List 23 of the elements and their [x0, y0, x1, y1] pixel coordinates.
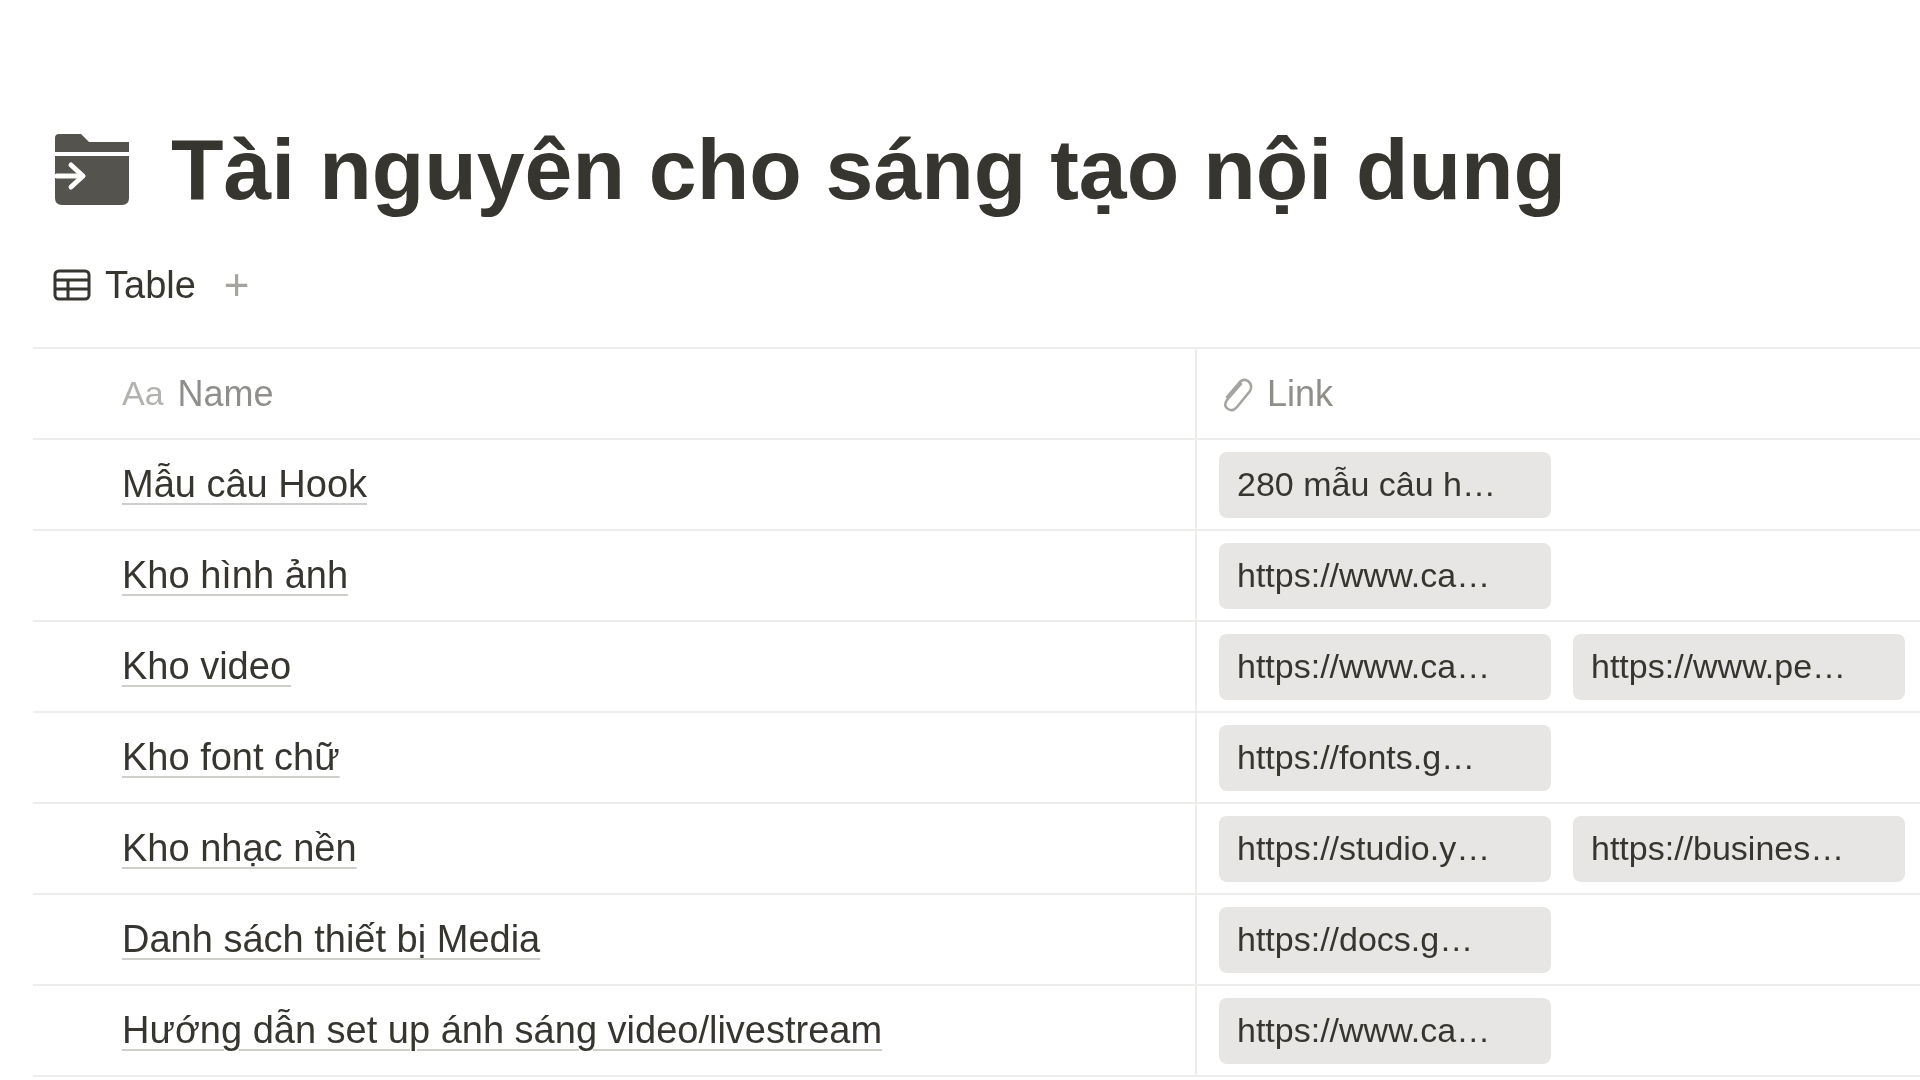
- url-chip[interactable]: https://www.pe…: [1573, 633, 1905, 700]
- url-chip[interactable]: https://www.ca…: [1219, 633, 1551, 700]
- page-link[interactable]: Kho nhạc nền: [122, 820, 357, 877]
- url-chip[interactable]: https://www.ca…: [1219, 542, 1551, 609]
- url-chip[interactable]: https://fonts.g…: [1219, 724, 1551, 791]
- view-tab[interactable]: Table: [53, 256, 196, 314]
- page-link[interactable]: Danh sách thiết bị Media: [122, 911, 541, 968]
- page-title: Tài nguyên cho sáng tạo nội dung: [171, 120, 1567, 220]
- page-link[interactable]: Kho hình ảnh: [122, 547, 349, 604]
- folder-arrow-icon: [53, 134, 131, 206]
- column-label: Name: [177, 371, 274, 416]
- table-icon: [53, 269, 91, 301]
- column-label: Link: [1267, 371, 1334, 416]
- url-chip[interactable]: https://studio.y…: [1219, 815, 1551, 882]
- url-chip[interactable]: https://www.ca…: [1219, 997, 1551, 1064]
- page-link[interactable]: Hướng dẫn set up ánh sáng video/livestream: [122, 1002, 883, 1059]
- page-link[interactable]: Kho font chữ: [122, 729, 340, 786]
- url-chip[interactable]: https://docs.g…: [1219, 906, 1551, 973]
- url-chip[interactable]: https://busines…: [1573, 815, 1905, 882]
- page-link[interactable]: Kho video: [122, 638, 291, 695]
- url-chip[interactable]: 280 mẫu câu h…: [1219, 451, 1551, 518]
- page-link[interactable]: Mẫu câu Hook: [122, 456, 367, 513]
- text-type-icon: Aa: [122, 368, 164, 419]
